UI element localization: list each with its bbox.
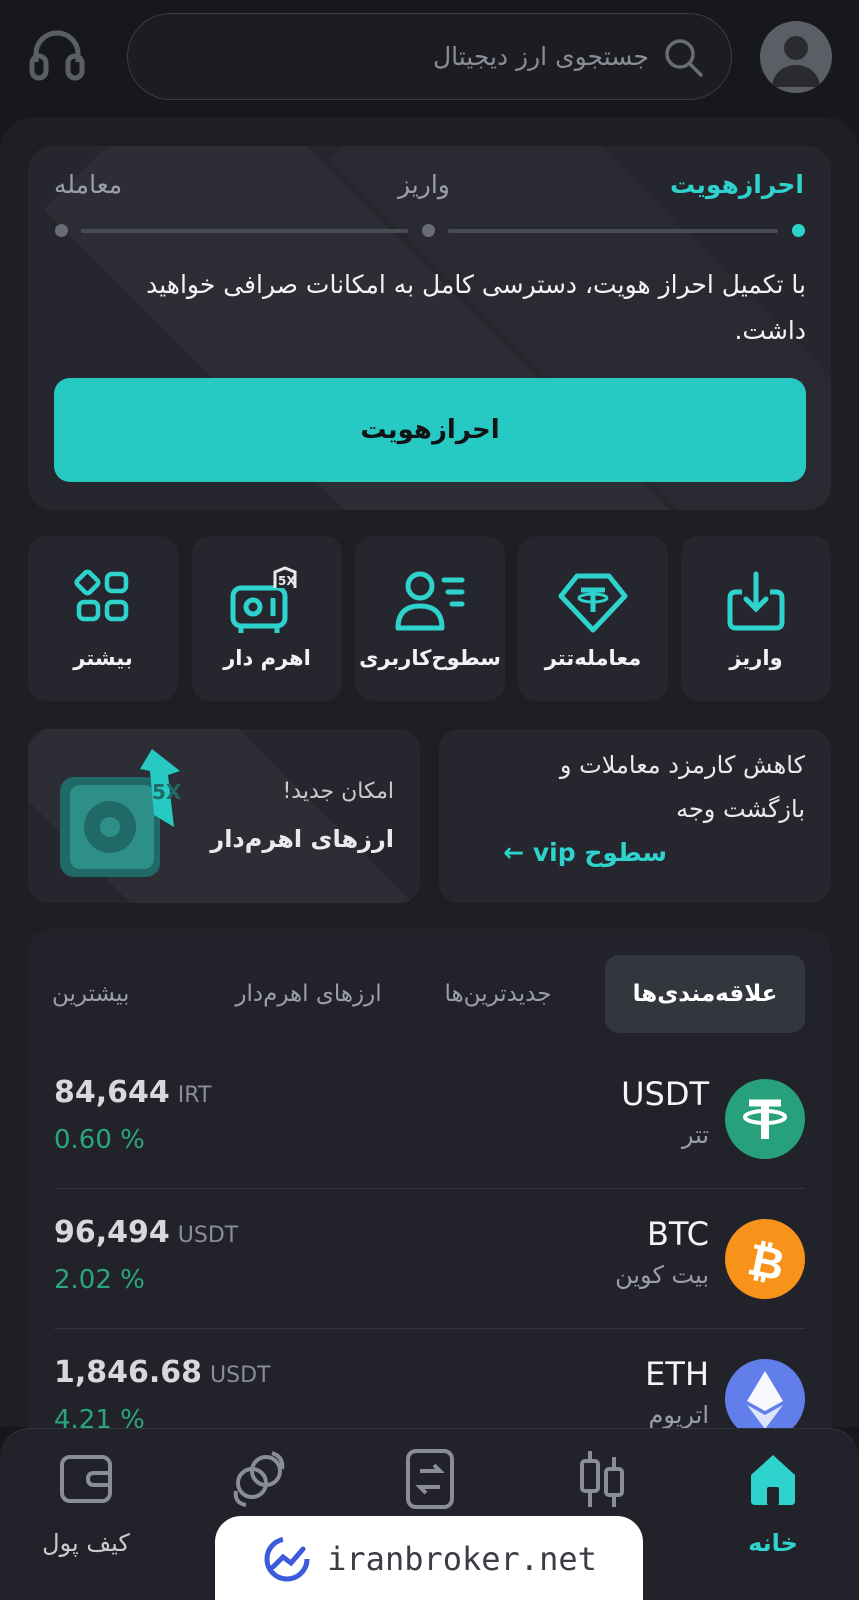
action-label: سطوح‌کاربری — [359, 646, 501, 670]
coin-price: 1,846.68 USDT — [54, 1355, 271, 1390]
action-label: اهرم دار — [223, 646, 311, 670]
step-dot-trade — [55, 224, 68, 237]
bitcoin-icon: ₿ — [725, 1219, 805, 1299]
search-input[interactable]: جستجوی ارز دیجیتال — [127, 13, 732, 100]
more-apps-icon — [74, 569, 129, 622]
search-placeholder: جستجوی ارز دیجیتال — [432, 42, 649, 71]
action-label: معامله‌تتر — [544, 646, 642, 670]
vip-levels-link[interactable]: سطوح vip ← — [503, 838, 667, 867]
promo-fee-text: کاهش کارمزد معاملات و — [559, 751, 805, 779]
coin-symbol: BTC — [647, 1215, 709, 1253]
watermark: iranbroker.net — [215, 1516, 643, 1600]
leverage-icon: 5X — [230, 566, 297, 633]
promo-leverage-card[interactable]: 5X امکان جدید! ارزهای اهرم‌دار — [28, 729, 420, 903]
step-trade: معامله — [54, 170, 123, 199]
nav-label: خانه — [748, 1529, 798, 1557]
tab-leveraged[interactable]: ارزهای اهرم‌دار — [216, 955, 401, 1033]
coin-change: 2.02 % — [54, 1265, 145, 1295]
home-icon — [751, 1455, 795, 1505]
step-dot-deposit — [422, 224, 435, 237]
step-dot-kyc — [792, 224, 805, 237]
coin-price: 84,644 IRT — [54, 1075, 212, 1110]
action-leverage[interactable]: 5X اهرم دار — [192, 536, 342, 701]
price-unit: USDT — [210, 1363, 271, 1388]
coin-change: 0.60 % — [54, 1125, 145, 1155]
market-row-btc[interactable]: ₿ BTC بیت کوین 96,494 USDT 2.02 % — [54, 1189, 805, 1329]
convert-icon — [233, 1451, 285, 1507]
coin-name: بیت کوین — [615, 1261, 709, 1289]
tab-favorites[interactable]: علاقه‌مندی‌ها — [605, 955, 805, 1033]
market-row-usdt[interactable]: USDT تتر 84,644 IRT 0.60 % — [54, 1049, 805, 1189]
user-avatar-icon[interactable] — [760, 21, 832, 93]
safe-icon: 5X — [60, 749, 182, 877]
step-progress-line — [81, 229, 408, 233]
coin-name: تتر — [681, 1121, 709, 1149]
price-unit: IRT — [177, 1083, 212, 1108]
headset-icon[interactable] — [28, 26, 86, 84]
coin-symbol: ETH — [645, 1355, 709, 1393]
tether-trade-icon — [558, 573, 628, 633]
user-levels-icon — [395, 571, 465, 631]
action-tether-trade[interactable]: معامله‌تتر — [518, 536, 668, 701]
price-unit: USDT — [177, 1223, 239, 1248]
kyc-button[interactable]: احرازهویت — [54, 378, 806, 482]
market-list: علاقه‌مندی‌ها جدیدترین‌ها ارزهای اهرم‌دا… — [28, 929, 831, 1449]
action-deposit[interactable]: واریز — [681, 536, 831, 701]
svg-text:₿: ₿ — [743, 1234, 789, 1291]
watermark-text: iranbroker.net — [327, 1540, 597, 1578]
promo-fee-text: بازگشت وجه — [676, 795, 805, 823]
deposit-icon — [727, 571, 785, 631]
step-deposit: واریز — [398, 170, 450, 199]
step-progress-line — [448, 229, 778, 233]
wallet-icon — [60, 1455, 112, 1503]
promo-leverage-title: ارزهای اهرم‌دار — [210, 825, 394, 853]
badge-5x: 5X — [152, 780, 182, 804]
top-bar: جستجوی ارز دیجیتال — [0, 0, 859, 118]
promo-leverage-subtitle: امکان جدید! — [282, 779, 394, 804]
search-icon — [665, 38, 703, 77]
coin-symbol: USDT — [621, 1075, 709, 1113]
broker-logo-icon — [264, 1536, 310, 1582]
action-user-levels[interactable]: سطوح‌کاربری — [355, 536, 505, 701]
tab-newest[interactable]: جدیدترین‌ها — [413, 955, 583, 1033]
ethereum-icon — [725, 1359, 805, 1439]
nav-home[interactable]: خانه — [713, 1447, 833, 1587]
action-label: بیشتر — [73, 646, 133, 670]
tab-most[interactable]: بیشترین — [28, 955, 188, 1033]
promo-fee-card[interactable]: کاهش کارمزد معاملات و بازگشت وجه — [439, 729, 831, 903]
tether-icon — [725, 1079, 805, 1159]
action-more[interactable]: بیشتر — [28, 536, 178, 701]
svg-text:5X: 5X — [278, 574, 296, 588]
step-kyc: احرازهویت — [670, 170, 804, 199]
nav-label: کیف پول — [42, 1529, 130, 1557]
coin-price: 96,494 USDT — [54, 1215, 239, 1250]
nav-wallet[interactable]: کیف پول — [26, 1447, 146, 1587]
candlestick-icon — [580, 1451, 624, 1507]
kyc-description: با تکمیل احراز هویت، دسترسی کامل به امکا… — [146, 270, 806, 345]
exchange-icon — [406, 1449, 454, 1509]
action-label: واریز — [729, 646, 783, 670]
coin-name: اتریوم — [648, 1401, 709, 1429]
